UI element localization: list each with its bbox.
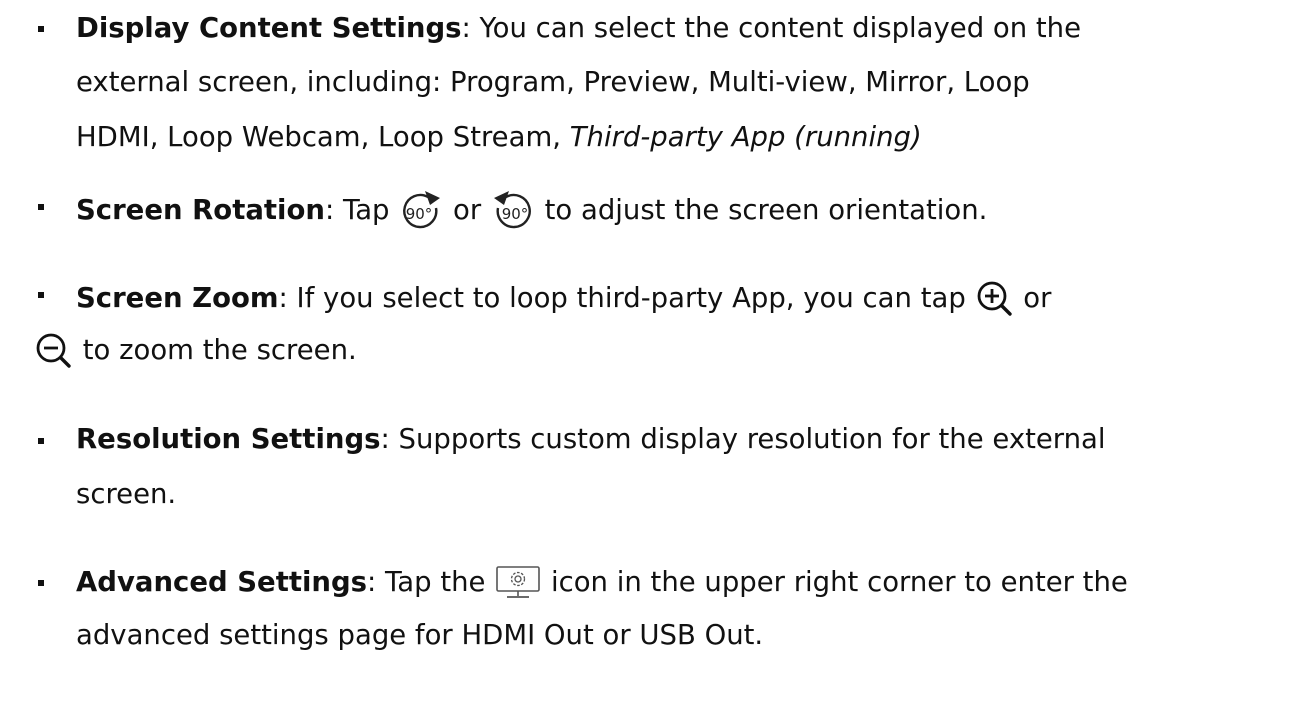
text-line: advanced settings page for HDMI Out or U…: [76, 615, 763, 655]
text-line: Screen Zoom: If you select to loop third…: [76, 274, 1051, 322]
item-text: : If you select to loop third-party App,…: [278, 282, 975, 314]
bullet: [38, 438, 44, 444]
item-term: Screen Rotation: [76, 194, 325, 226]
item-term: Display Content Settings: [76, 12, 462, 44]
display-settings-icon: [494, 565, 542, 601]
item-text: : Supports custom display resolution for…: [380, 423, 1106, 455]
zoom-out-icon: [34, 331, 74, 371]
item-text: : Tap the: [367, 566, 495, 598]
item-text: or: [1014, 282, 1052, 314]
item-text: or: [444, 194, 490, 226]
text-line: Resolution Settings: Supports custom dis…: [76, 419, 1106, 459]
text-line: Display Content Settings: You can select…: [76, 8, 1081, 48]
rotate-counterclockwise-90-icon: 90°: [490, 190, 536, 232]
item-text: icon in the upper right corner to enter …: [542, 566, 1128, 598]
bullet: [38, 580, 44, 586]
item-text: external screen, including: Program, Pre…: [76, 66, 1030, 98]
item-text: to zoom the screen.: [74, 334, 357, 366]
zoom-in-icon: [975, 279, 1015, 319]
item-text-italic: Third-party App (running): [569, 121, 922, 153]
item-text: HDMI, Loop Webcam, Loop Stream,: [76, 121, 570, 153]
icon-label: 90°: [406, 205, 433, 223]
bullet: [38, 204, 44, 210]
text-line: to zoom the screen.: [34, 326, 357, 374]
text-line: screen.: [76, 474, 176, 514]
bullet: [38, 26, 44, 32]
item-text: advanced settings page for HDMI Out or U…: [76, 619, 764, 651]
item-term: Advanced Settings: [76, 566, 368, 598]
item-text: to adjust the screen orientation.: [535, 194, 988, 226]
rotate-clockwise-90-icon: 90°: [398, 190, 444, 232]
item-term: Resolution Settings: [76, 423, 381, 455]
item-text: : Tap: [324, 194, 399, 226]
text-line: HDMI, Loop Webcam, Loop Stream, Third-pa…: [76, 117, 922, 157]
item-term: Screen Zoom: [76, 282, 279, 314]
item-text: : You can select the content displayed o…: [461, 12, 1082, 44]
text-line: Advanced Settings: Tap the icon in the u…: [76, 560, 1128, 604]
text-line: Screen Rotation: Tap 90° or 90° to adjus…: [76, 186, 987, 234]
item-text: screen.: [76, 478, 177, 510]
icon-label: 90°: [502, 205, 529, 223]
bullet: [38, 292, 44, 298]
text-line: external screen, including: Program, Pre…: [76, 62, 1030, 102]
